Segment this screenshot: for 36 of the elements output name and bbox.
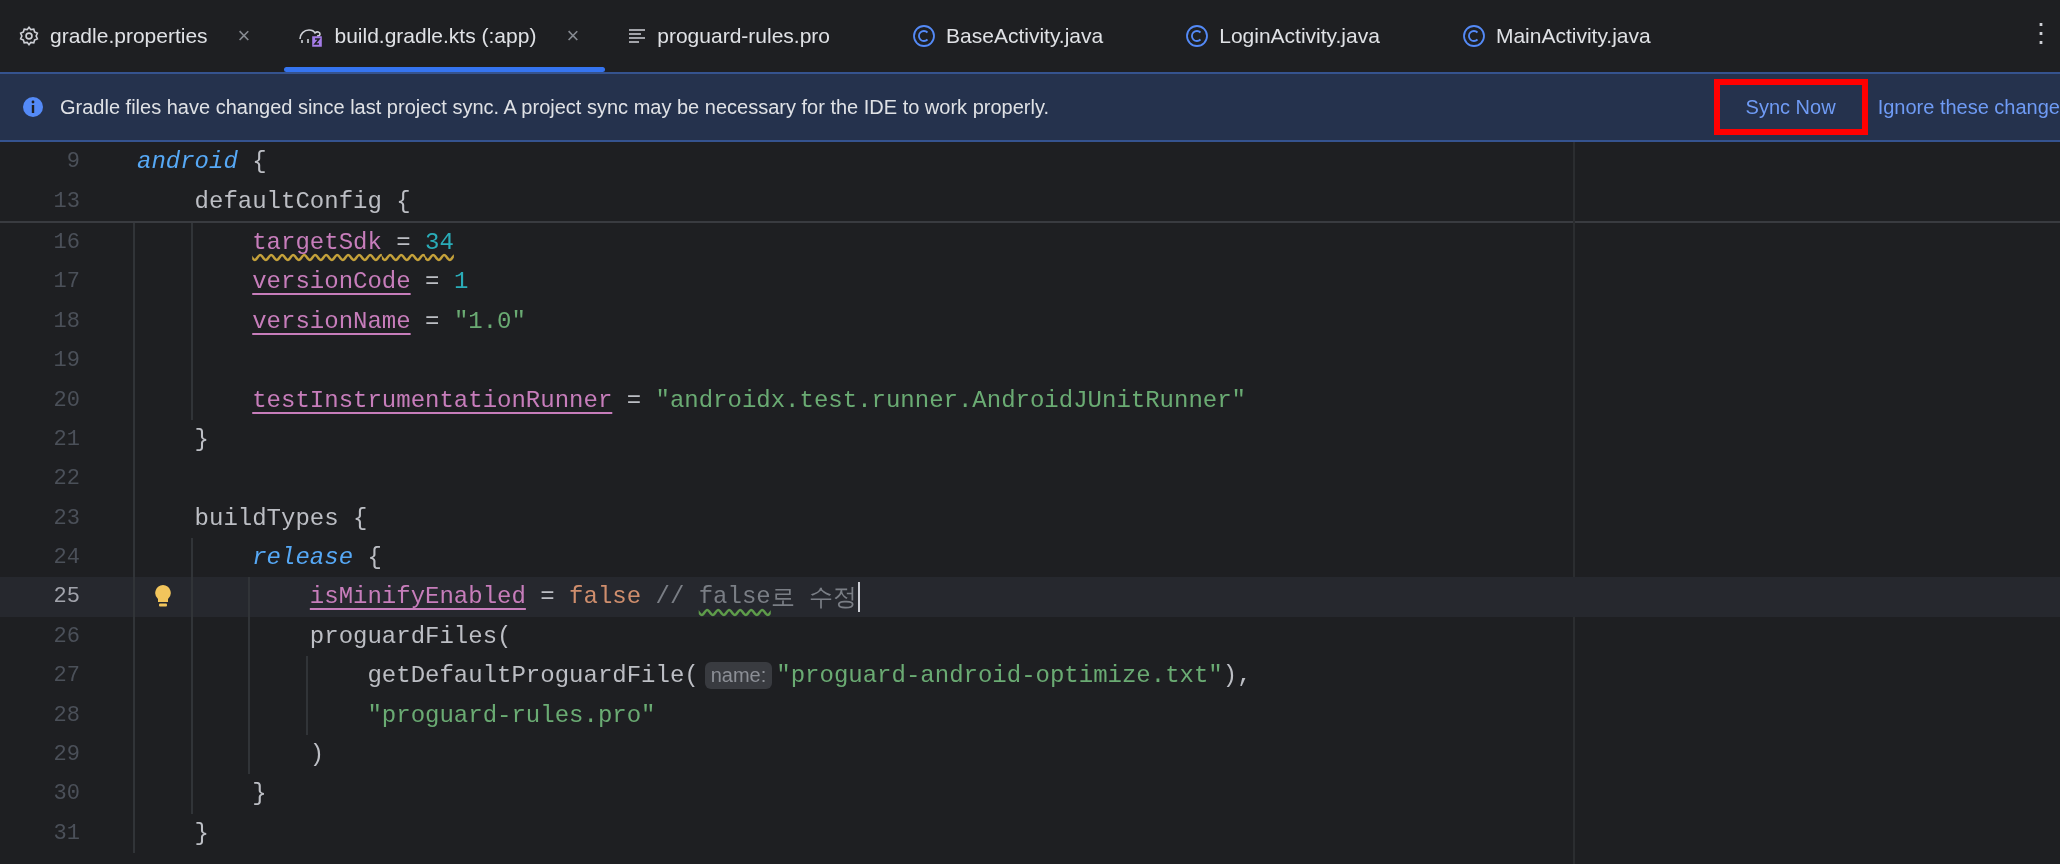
code-line: getDefaultProguardFile( name: "proguard-android-optimize.txt"), [367,662,1252,690]
code-line: versionCode = 1 [252,268,469,296]
lightbulb-icon[interactable] [154,584,172,609]
close-icon[interactable]: × [566,23,580,49]
code-line: versionName = "1.0" [252,307,526,335]
code-line: android { [137,148,267,176]
class-icon [912,24,937,48]
gear-icon [18,25,40,47]
code-line: release { [252,544,382,572]
close-icon[interactable]: × [237,23,251,49]
editor-tab[interactable]: BaseActivity.java [894,0,1168,72]
more-menu-button[interactable]: ⋮ [2028,18,2054,49]
class-icon [1185,24,1210,48]
code-line: "proguard-rules.pro" [367,701,656,729]
code-line: buildTypes { [194,504,368,532]
line-number: 25 [52,584,80,610]
code-line: targetSdk = 34 [252,228,454,256]
banner-link[interactable]: Sync Now [1713,79,1868,135]
code-line: ) [309,741,325,769]
class-icon [1461,24,1486,48]
banner-link[interactable]: Ignore these change [1867,79,2060,135]
editor-tab[interactable]: gradle.properties × [0,0,281,72]
code-line: testInstrumentationRunner = "androidx.test.runner.AndroidJUnitRunner" [252,386,1246,414]
code-line: } [252,780,267,808]
editor-tab[interactable]: build.gradle.kts (:app) × [280,0,610,72]
code-line: isMinifyEnabled = false // false로 수정 [309,581,861,613]
editor-tab[interactable]: LoginActivity.java [1167,0,1444,72]
editor-tab[interactable]: proguard-rules.pro [609,0,895,72]
code-line: } [194,819,209,847]
banner-message: Gradle files have changed since last project sync. A project sync may be necessary for the IDE to work properly. [60,95,1050,119]
editor-tab[interactable]: MainActivity.java [1443,0,1715,72]
code-line: proguardFiles( [309,622,512,650]
text-file-icon [627,26,648,46]
code-line: defaultConfig { [194,187,411,215]
code-line: } [194,425,209,453]
info-icon [22,96,44,118]
